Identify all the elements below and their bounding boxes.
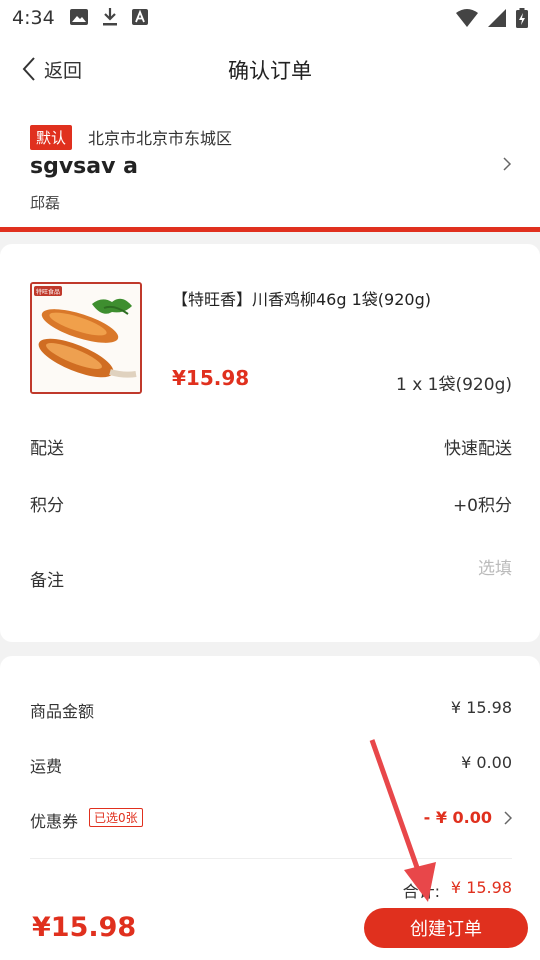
battery-icon (516, 8, 528, 28)
summary-divider (30, 858, 512, 859)
bottom-total-price: ¥15.98 (32, 912, 137, 943)
download-icon (103, 8, 117, 26)
total-label: 合计: (402, 882, 440, 901)
product-quantity: 1 x 1袋(920g) (395, 375, 512, 395)
nav-bar: 返回 确认订单 (0, 36, 540, 102)
summary-card: 商品金额 ¥ 15.98 运费 ¥ 0.00 优惠券 已选0张 - ¥ 0.00… (0, 656, 540, 960)
font-icon (132, 9, 148, 25)
delivery-value[interactable]: 快速配送 (444, 434, 512, 459)
address-region: 北京市北京市东城区 (88, 129, 233, 148)
chicken-strips-image: 特旺食品 (32, 284, 140, 392)
coupon-tag[interactable]: 已选0张 (89, 808, 143, 827)
address-stripe (0, 227, 540, 232)
goods-amount-value: ¥ 15.98 (450, 698, 512, 717)
status-bar: 4:34 (0, 0, 540, 36)
recipient-detail: 邱磊 (30, 194, 61, 212)
shipping-value: ¥ 0.00 (461, 753, 512, 772)
coupon-value[interactable]: - ¥ 0.00 (424, 808, 492, 827)
points-label: 积分 (30, 496, 64, 516)
recipient-name: sgvsav a (30, 154, 138, 179)
status-time: 4:34 (12, 7, 55, 29)
page-title: 确认订单 (228, 59, 312, 83)
points-value: +0积分 (452, 496, 512, 516)
product-image[interactable]: 特旺食品 (30, 282, 142, 394)
delivery-label: 配送 (30, 439, 64, 459)
status-notification-icons (70, 8, 148, 26)
create-order-button[interactable]: 创建订单 (364, 908, 528, 948)
address-card[interactable]: 默认 北京市北京市东城区 sgvsav a 邱磊 (0, 102, 540, 232)
shipping-label: 运费 (30, 757, 63, 776)
total-value: ¥ 15.98 (450, 878, 512, 897)
image-icon (70, 9, 88, 25)
remark-input[interactable] (212, 556, 512, 582)
chevron-right-icon (503, 157, 512, 171)
thumb-brand: 特旺食品 (36, 288, 60, 296)
wifi-icon (456, 9, 478, 27)
goods-amount-label: 商品金额 (30, 702, 95, 721)
remark-label: 备注 (30, 571, 64, 591)
signal-icon (488, 9, 506, 27)
coupon-label: 优惠券 (30, 812, 79, 831)
chevron-right-icon[interactable] (504, 811, 512, 825)
status-system-icons (456, 8, 528, 28)
product-card: 特旺食品 【特旺香】川香鸡柳46g 1袋(920g) ¥15.98 1 x 1袋… (0, 244, 540, 642)
default-badge: 默认 (30, 125, 73, 150)
product-title: 【特旺香】川香鸡柳46g 1袋(920g) (172, 290, 431, 309)
product-price: ¥15.98 (172, 366, 250, 390)
